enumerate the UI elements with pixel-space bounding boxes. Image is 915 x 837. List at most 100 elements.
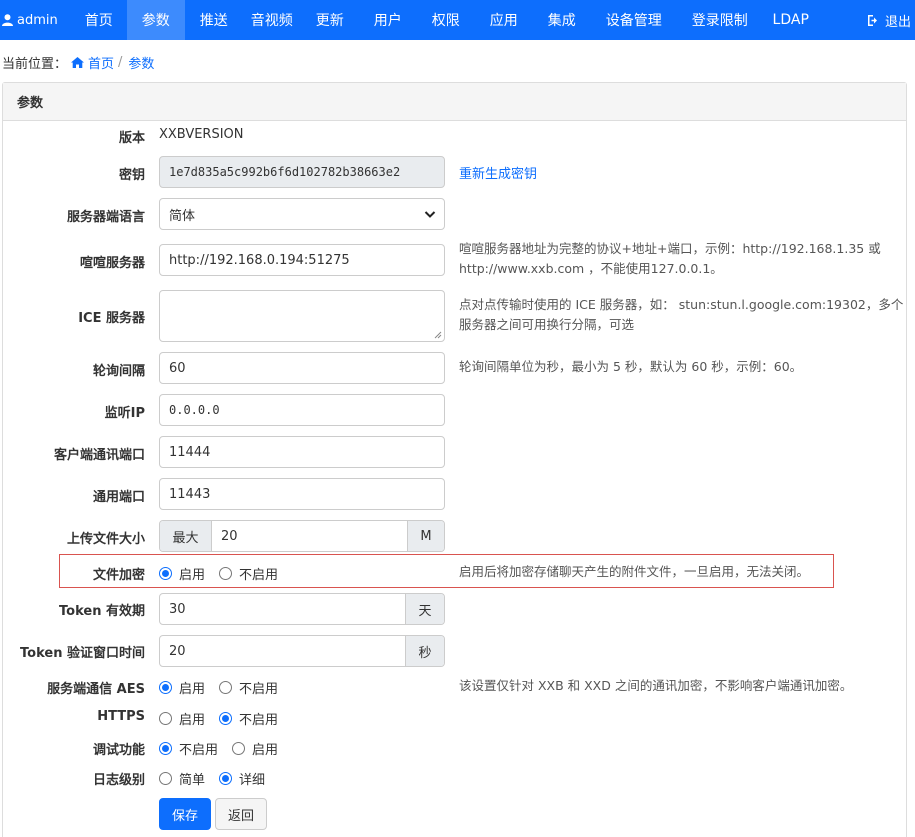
https-on-option[interactable]: 启用 <box>159 709 205 728</box>
common-port-input[interactable]: 11443 <box>159 478 445 510</box>
save-button[interactable]: 保存 <box>159 798 211 830</box>
radio-unchecked[interactable] <box>159 711 172 725</box>
radio-unchecked[interactable] <box>232 741 246 755</box>
language-selected-value: 简体 <box>169 208 196 224</box>
nav-item-6[interactable]: 权限 <box>417 0 475 40</box>
nav-item-5[interactable]: 用户 <box>359 0 417 40</box>
log-simple-option[interactable]: 简单 <box>159 769 205 788</box>
breadcrumb: 当前位置： 首页 / 参数 <box>2 53 155 72</box>
file-encrypt-off-label: 不启用 <box>239 567 279 583</box>
xuanxuan-help-line2: http://www.xxb.com ，不能使用127.0.0.1。 <box>459 261 723 276</box>
log-level-label: 日志级别 <box>92 773 145 788</box>
https-off-label: 不启用 <box>239 712 279 728</box>
logout-label: 退出 <box>884 14 911 30</box>
user-icon <box>2 14 13 26</box>
token-window-input[interactable]: 20 <box>160 636 406 666</box>
ice-server-textarea[interactable] <box>159 290 445 342</box>
ice-help-line1: 点对点传输时使用的 ICE 服务器，如： stun:stun.l.google.… <box>459 297 904 312</box>
https-on-label: 启用 <box>179 712 206 728</box>
user-menu[interactable]: admin <box>0 0 71 40</box>
debug-on-option[interactable]: 启用 <box>232 739 278 758</box>
radio-checked[interactable] <box>159 741 172 755</box>
file-encrypt-label: 文件加密 <box>92 568 145 583</box>
file-encrypt-on-option[interactable]: 启用 <box>159 564 205 583</box>
version-label: 版本 <box>118 131 145 146</box>
secret-label: 密钥 <box>118 168 145 183</box>
nav-item-3[interactable]: 音视频 <box>243 0 301 40</box>
nav-item-11[interactable]: LDAP <box>763 0 819 40</box>
aes-help: 该设置仅针对 XXB 和 XXD 之间的通讯加密，不影响客户端通讯加密。 <box>459 678 853 693</box>
language-select[interactable]: 简体 <box>159 198 445 230</box>
ice-server-help: 点对点传输时使用的 ICE 服务器，如： stun:stun.l.google.… <box>459 295 904 335</box>
https-off-option[interactable]: 不启用 <box>219 709 278 728</box>
radio-checked[interactable] <box>219 711 233 725</box>
upload-size-group: 最大 20 M <box>159 520 445 552</box>
radio-unchecked[interactable] <box>219 566 233 580</box>
breadcrumb-current: 参数 <box>128 56 155 72</box>
poll-interval-help: 轮询间隔单位为秒，最小为 5 秒，默认为 60 秒，示例：60。 <box>459 359 803 374</box>
breadcrumb-home-link[interactable]: 首页 <box>88 53 114 72</box>
debug-label: 调试功能 <box>92 743 145 758</box>
aes-off-option[interactable]: 不启用 <box>219 678 278 697</box>
regenerate-secret-link[interactable]: 重新生成密钥 <box>459 163 537 182</box>
listen-ip-input[interactable]: 0.0.0.0 <box>159 394 445 426</box>
client-port-input[interactable]: 11444 <box>159 436 445 468</box>
nav-item-9[interactable]: 设备管理 <box>591 0 677 40</box>
file-encrypt-on-label: 启用 <box>179 567 206 583</box>
breadcrumb-separator: / <box>118 54 123 70</box>
ice-help-line2: 服务器之间可用换行分隔，可选 <box>459 317 635 332</box>
token-expiry-group: 30 天 <box>159 593 445 625</box>
nav-item-2[interactable]: 推送 <box>185 0 243 40</box>
ice-server-label: ICE 服务器 <box>78 311 145 326</box>
chevron-down-icon <box>424 211 436 218</box>
radio-unchecked[interactable] <box>219 680 233 694</box>
log-detail-option[interactable]: 详细 <box>219 769 265 788</box>
poll-interval-input[interactable]: 60 <box>159 352 445 384</box>
logout-icon <box>867 14 877 26</box>
client-port-label: 客户端通讯端口 <box>53 448 145 463</box>
debug-radios: 不启用 启用 <box>159 739 292 758</box>
upload-size-label: 上传文件大小 <box>66 532 145 547</box>
radio-checked[interactable] <box>219 771 233 785</box>
token-expiry-input[interactable]: 30 <box>160 594 406 624</box>
nav-item-10[interactable]: 登录限制 <box>677 0 763 40</box>
aes-off-label: 不启用 <box>239 681 279 697</box>
token-window-unit: 秒 <box>406 636 444 666</box>
upload-size-input[interactable]: 20 <box>211 521 408 551</box>
nav-item-0[interactable]: 首页 <box>71 0 127 40</box>
token-window-label: Token 验证窗口时间 <box>20 646 145 661</box>
aes-label: 服务端通信 AES <box>47 682 145 697</box>
token-expiry-unit: 天 <box>406 594 444 624</box>
nav-menu: 首页 参数 推送 音视频 更新 用户 权限 应用 集成 设备管理 登录限制 LDAP <box>71 0 819 40</box>
breadcrumb-prefix: 当前位置： <box>2 56 68 72</box>
log-detail-label: 详细 <box>239 772 266 788</box>
debug-on-label: 启用 <box>252 742 279 758</box>
logout-button[interactable]: 退出 <box>867 0 911 40</box>
common-port-label: 通用端口 <box>92 490 145 505</box>
xuanxuan-server-label: 喧喧服务器 <box>79 256 145 271</box>
debug-off-label: 不启用 <box>179 742 219 758</box>
back-button[interactable]: 返回 <box>215 798 267 830</box>
xuanxuan-server-input[interactable]: http://192.168.0.194:51275 <box>159 244 445 276</box>
radio-checked[interactable] <box>159 680 172 694</box>
aes-on-option[interactable]: 启用 <box>159 678 205 697</box>
listen-ip-label: 监听IP <box>104 406 145 421</box>
secret-field[interactable]: 1e7d835a5c992b6f6d102782b38663e2 <box>159 156 445 188</box>
nav-item-4[interactable]: 更新 <box>301 0 359 40</box>
file-encrypt-off-option[interactable]: 不启用 <box>219 564 278 583</box>
debug-off-option[interactable]: 不启用 <box>159 739 218 758</box>
xuanxuan-help-line1: 喧喧服务器地址为完整的协议+地址+端口，示例：http://192.168.1.… <box>459 241 881 256</box>
nav-item-1[interactable]: 参数 <box>126 0 185 40</box>
https-label: HTTPS <box>97 709 145 724</box>
log-simple-label: 简单 <box>179 772 206 788</box>
radio-unchecked[interactable] <box>159 771 172 785</box>
token-window-group: 20 秒 <box>159 635 445 667</box>
token-expiry-label: Token 有效期 <box>59 604 145 619</box>
nav-item-7[interactable]: 应用 <box>475 0 533 40</box>
nav-item-8[interactable]: 集成 <box>533 0 591 40</box>
version-value: XXBVERSION <box>159 127 244 142</box>
home-icon <box>71 56 85 68</box>
file-encrypt-radios: 启用 不启用 <box>159 564 292 583</box>
language-label: 服务器端语言 <box>66 210 145 225</box>
radio-checked[interactable] <box>159 566 172 580</box>
